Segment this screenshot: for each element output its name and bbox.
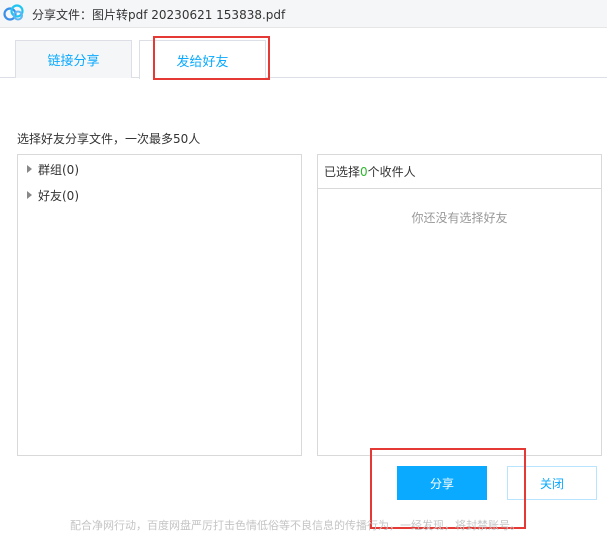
tree-item-groups[interactable]: 群组(0) [27, 160, 79, 178]
tab-send-to-friend[interactable]: 发给好友 [139, 40, 266, 79]
selected-recipients-header: 已选择 0 个收件人 [318, 155, 601, 189]
empty-selection-text: 你还没有选择好友 [411, 211, 508, 225]
tab-link-share[interactable]: 链接分享 [15, 40, 132, 78]
share-button[interactable]: 分享 [397, 466, 487, 500]
title-bar: 分享文件：图片转pdf 20230621 153838.pdf [0, 0, 607, 28]
caret-right-icon [27, 191, 32, 199]
selected-recipients-panel: 已选择 0 个收件人 你还没有选择好友 [317, 154, 602, 456]
window-title: 分享文件：图片转pdf 20230621 153838.pdf [32, 8, 286, 22]
selected-count: 0 [360, 164, 368, 179]
tree-item-label: 群组(0) [38, 162, 79, 177]
select-friends-hint: 选择好友分享文件，一次最多50人 [17, 132, 201, 146]
selected-prefix: 已选择 [324, 165, 361, 179]
tree-item-label: 好友(0) [38, 188, 79, 203]
selected-suffix: 个收件人 [367, 165, 416, 179]
tree-item-friends[interactable]: 好友(0) [27, 186, 79, 204]
close-button[interactable]: 关闭 [507, 466, 597, 500]
caret-right-icon [27, 165, 32, 173]
friend-list-panel[interactable]: 群组(0) 好友(0) [17, 154, 302, 456]
footer-notice: 配合净网行动，百度网盘严厉打击色情低俗等不良信息的传播行为，一经发现，将封禁账号… [70, 519, 521, 532]
baidu-netdisk-logo-icon [3, 4, 24, 21]
